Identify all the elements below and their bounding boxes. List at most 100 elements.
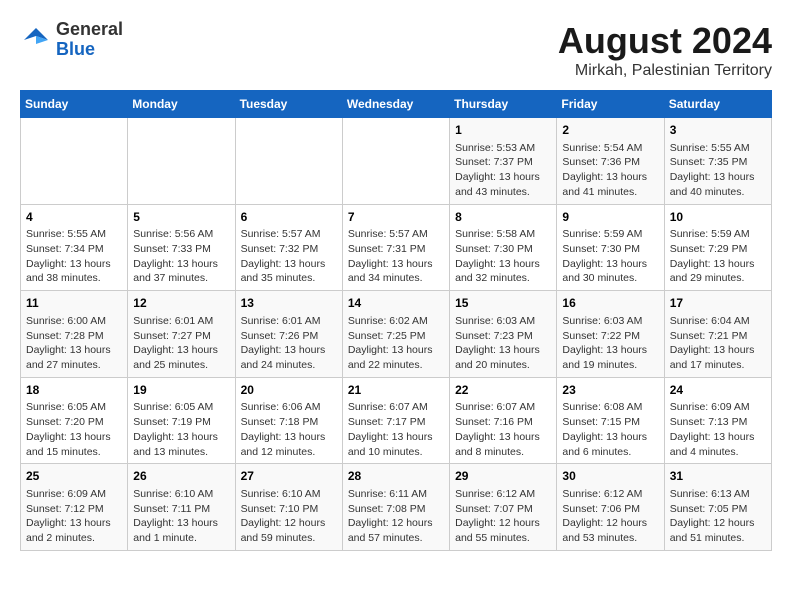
- day-info: Sunrise: 6:13 AM Sunset: 7:05 PM Dayligh…: [670, 487, 766, 546]
- day-number: 11: [26, 295, 122, 312]
- day-info: Sunrise: 6:06 AM Sunset: 7:18 PM Dayligh…: [241, 400, 337, 459]
- calendar-week-row: 11 Sunrise: 6:00 AM Sunset: 7:28 PM Dayli…: [21, 291, 772, 378]
- weekday-header-monday: Monday: [128, 91, 235, 118]
- calendar-cell: [342, 118, 449, 205]
- calendar-week-row: 25 Sunrise: 6:09 AM Sunset: 7:12 PM Dayli…: [21, 464, 772, 551]
- day-number: 3: [670, 122, 766, 139]
- weekday-header-row: SundayMondayTuesdayWednesdayThursdayFrid…: [21, 91, 772, 118]
- day-info: Sunrise: 5:53 AM Sunset: 7:37 PM Dayligh…: [455, 141, 551, 200]
- month-year-title: August 2024: [558, 20, 772, 62]
- calendar-cell: 10Sunrise: 5:59 AM Sunset: 7:29 PM Dayli…: [664, 204, 771, 291]
- calendar-cell: 15 Sunrise: 6:03 AM Sunset: 7:23 PM Dayli…: [450, 291, 557, 378]
- day-info: Sunrise: 5:58 AM Sunset: 7:30 PM Dayligh…: [455, 227, 551, 286]
- calendar-cell: [235, 118, 342, 205]
- title-block: August 2024 Mirkah, Palestinian Territor…: [558, 20, 772, 80]
- day-number: 8: [455, 209, 551, 226]
- calendar-cell: 7Sunrise: 5:57 AM Sunset: 7:31 PM Daylig…: [342, 204, 449, 291]
- calendar-cell: 23Sunrise: 6:08 AM Sunset: 7:15 PM Dayli…: [557, 377, 664, 464]
- day-number: 18: [26, 382, 122, 399]
- page-header: General Blue August 2024 Mirkah, Palesti…: [20, 20, 772, 80]
- day-number: 6: [241, 209, 337, 226]
- day-info: Sunrise: 5:59 AM Sunset: 7:30 PM Dayligh…: [562, 227, 658, 286]
- calendar-cell: 17Sunrise: 6:04 AM Sunset: 7:21 PM Dayli…: [664, 291, 771, 378]
- logo-text: General Blue: [56, 20, 123, 60]
- day-number: 4: [26, 209, 122, 226]
- day-number: 22: [455, 382, 551, 399]
- logo-icon: [20, 24, 52, 56]
- logo-blue: Blue: [56, 40, 123, 60]
- calendar-week-row: 4Sunrise: 5:55 AM Sunset: 7:34 PM Daylig…: [21, 204, 772, 291]
- day-number: 26: [133, 468, 229, 485]
- day-number: 16: [562, 295, 658, 312]
- weekday-header-tuesday: Tuesday: [235, 91, 342, 118]
- day-number: 23: [562, 382, 658, 399]
- calendar-cell: [21, 118, 128, 205]
- calendar-cell: 29Sunrise: 6:12 AM Sunset: 7:07 PM Dayli…: [450, 464, 557, 551]
- calendar-cell: 1Sunrise: 5:53 AM Sunset: 7:37 PM Daylig…: [450, 118, 557, 205]
- calendar-cell: 5Sunrise: 5:56 AM Sunset: 7:33 PM Daylig…: [128, 204, 235, 291]
- calendar-cell: 14Sunrise: 6:02 AM Sunset: 7:25 PM Dayli…: [342, 291, 449, 378]
- calendar-cell: 26 Sunrise: 6:10 AM Sunset: 7:11 PM Dayli…: [128, 464, 235, 551]
- day-info: Sunrise: 5:54 AM Sunset: 7:36 PM Dayligh…: [562, 141, 658, 200]
- day-number: 19: [133, 382, 229, 399]
- weekday-header-sunday: Sunday: [21, 91, 128, 118]
- calendar-cell: 28 Sunrise: 6:11 AM Sunset: 7:08 PM Dayli…: [342, 464, 449, 551]
- calendar-cell: 6Sunrise: 5:57 AM Sunset: 7:32 PM Daylig…: [235, 204, 342, 291]
- day-number: 30: [562, 468, 658, 485]
- weekday-header-thursday: Thursday: [450, 91, 557, 118]
- day-info: Sunrise: 6:10 AM Sunset: 7:11 PM Dayligh…: [133, 487, 229, 546]
- calendar-cell: 18Sunrise: 6:05 AM Sunset: 7:20 PM Dayli…: [21, 377, 128, 464]
- logo-general: General: [56, 20, 123, 40]
- day-number: 7: [348, 209, 444, 226]
- day-info: Sunrise: 6:10 AM Sunset: 7:10 PM Dayligh…: [241, 487, 337, 546]
- day-info: Sunrise: 6:07 AM Sunset: 7:16 PM Dayligh…: [455, 400, 551, 459]
- day-number: 28: [348, 468, 444, 485]
- calendar-cell: 13Sunrise: 6:01 AM Sunset: 7:26 PM Dayli…: [235, 291, 342, 378]
- day-info: Sunrise: 6:12 AM Sunset: 7:07 PM Dayligh…: [455, 487, 551, 546]
- calendar-cell: 30 Sunrise: 6:12 AM Sunset: 7:06 PM Dayli…: [557, 464, 664, 551]
- day-info: Sunrise: 6:01 AM Sunset: 7:27 PM Dayligh…: [133, 314, 229, 373]
- calendar-table: SundayMondayTuesdayWednesdayThursdayFrid…: [20, 90, 772, 551]
- day-info: Sunrise: 5:57 AM Sunset: 7:32 PM Dayligh…: [241, 227, 337, 286]
- weekday-header-friday: Friday: [557, 91, 664, 118]
- day-number: 10: [670, 209, 766, 226]
- calendar-week-row: 1Sunrise: 5:53 AM Sunset: 7:37 PM Daylig…: [21, 118, 772, 205]
- day-info: Sunrise: 6:09 AM Sunset: 7:13 PM Dayligh…: [670, 400, 766, 459]
- day-number: 9: [562, 209, 658, 226]
- day-number: 25: [26, 468, 122, 485]
- calendar-cell: 2Sunrise: 5:54 AM Sunset: 7:36 PM Daylig…: [557, 118, 664, 205]
- day-info: Sunrise: 5:56 AM Sunset: 7:33 PM Dayligh…: [133, 227, 229, 286]
- day-number: 17: [670, 295, 766, 312]
- day-info: Sunrise: 5:55 AM Sunset: 7:34 PM Dayligh…: [26, 227, 122, 286]
- day-number: 31: [670, 468, 766, 485]
- day-number: 27: [241, 468, 337, 485]
- day-info: Sunrise: 6:09 AM Sunset: 7:12 PM Dayligh…: [26, 487, 122, 546]
- day-number: 15: [455, 295, 551, 312]
- day-info: Sunrise: 6:05 AM Sunset: 7:20 PM Dayligh…: [26, 400, 122, 459]
- day-number: 14: [348, 295, 444, 312]
- calendar-cell: 22Sunrise: 6:07 AM Sunset: 7:16 PM Dayli…: [450, 377, 557, 464]
- calendar-cell: 20Sunrise: 6:06 AM Sunset: 7:18 PM Dayli…: [235, 377, 342, 464]
- day-info: Sunrise: 6:03 AM Sunset: 7:23 PM Dayligh…: [455, 314, 551, 373]
- weekday-header-wednesday: Wednesday: [342, 91, 449, 118]
- calendar-cell: 11 Sunrise: 6:00 AM Sunset: 7:28 PM Dayli…: [21, 291, 128, 378]
- day-info: Sunrise: 5:59 AM Sunset: 7:29 PM Dayligh…: [670, 227, 766, 286]
- day-info: Sunrise: 6:00 AM Sunset: 7:28 PM Dayligh…: [26, 314, 122, 373]
- location-subtitle: Mirkah, Palestinian Territory: [558, 62, 772, 80]
- day-number: 24: [670, 382, 766, 399]
- calendar-cell: 31 Sunrise: 6:13 AM Sunset: 7:05 PM Dayli…: [664, 464, 771, 551]
- day-info: Sunrise: 6:07 AM Sunset: 7:17 PM Dayligh…: [348, 400, 444, 459]
- day-number: 12: [133, 295, 229, 312]
- calendar-cell: 21Sunrise: 6:07 AM Sunset: 7:17 PM Dayli…: [342, 377, 449, 464]
- weekday-header-saturday: Saturday: [664, 91, 771, 118]
- calendar-cell: 4Sunrise: 5:55 AM Sunset: 7:34 PM Daylig…: [21, 204, 128, 291]
- calendar-cell: 8Sunrise: 5:58 AM Sunset: 7:30 PM Daylig…: [450, 204, 557, 291]
- day-info: Sunrise: 6:12 AM Sunset: 7:06 PM Dayligh…: [562, 487, 658, 546]
- calendar-cell: 24Sunrise: 6:09 AM Sunset: 7:13 PM Dayli…: [664, 377, 771, 464]
- day-number: 20: [241, 382, 337, 399]
- day-info: Sunrise: 6:01 AM Sunset: 7:26 PM Dayligh…: [241, 314, 337, 373]
- day-info: Sunrise: 6:05 AM Sunset: 7:19 PM Dayligh…: [133, 400, 229, 459]
- day-number: 5: [133, 209, 229, 226]
- day-info: Sunrise: 6:11 AM Sunset: 7:08 PM Dayligh…: [348, 487, 444, 546]
- day-info: Sunrise: 6:08 AM Sunset: 7:15 PM Dayligh…: [562, 400, 658, 459]
